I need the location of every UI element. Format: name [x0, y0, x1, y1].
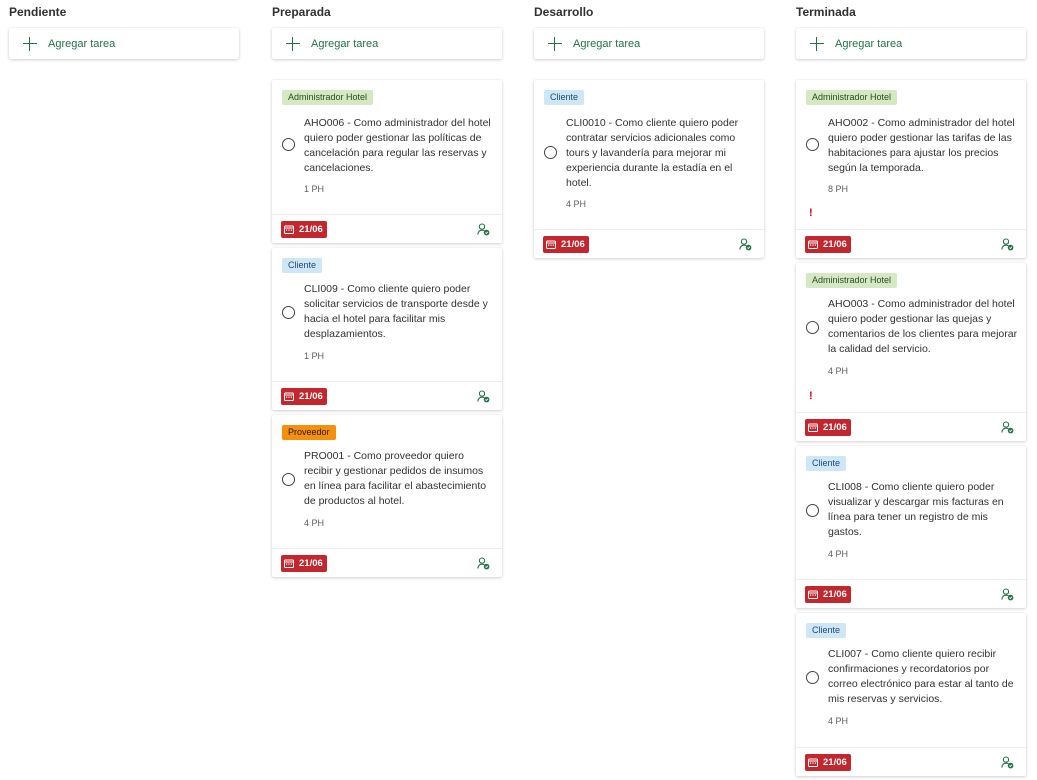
task-card[interactable]: Cliente CLI008 - Como cliente quiero pod…	[796, 446, 1026, 608]
task-points: 1 PH	[304, 351, 325, 361]
task-card[interactable]: Proveedor PRO001 - Como proveedor quiero…	[272, 415, 502, 577]
due-date-text: 21/06	[823, 589, 847, 600]
task-card[interactable]: Cliente CLI007 - Como cliente quiero rec…	[796, 613, 1026, 776]
card-footer: 21/06	[272, 381, 502, 412]
board: Pendiente Agregar tarea Preparada Agrega…	[0, 0, 1037, 780]
task-points: 1 PH	[304, 184, 325, 194]
due-date-badge[interactable]: 21/06	[543, 236, 589, 253]
column-title: Desarrollo	[534, 5, 594, 19]
add-task-label: Agregar tarea	[573, 37, 641, 50]
calendar-icon	[808, 423, 818, 432]
task-title[interactable]: CLI009 - Como cliente quiero poder solic…	[304, 282, 494, 342]
task-points: 4 PH	[828, 716, 849, 726]
assign-person-icon[interactable]	[739, 238, 752, 251]
due-date-text: 21/06	[561, 239, 585, 250]
task-points: 8 PH	[828, 184, 849, 194]
due-date-text: 21/06	[299, 391, 323, 402]
task-points: 4 PH	[304, 518, 325, 528]
complete-circle-icon[interactable]	[806, 671, 819, 684]
add-task-label: Agregar tarea	[48, 37, 116, 50]
task-title[interactable]: CLI0010 - Como cliente quiero poder cont…	[566, 116, 756, 191]
plus-icon	[810, 36, 824, 51]
add-task-label: Agregar tarea	[311, 37, 379, 50]
card-footer: 21/06	[796, 579, 1026, 610]
task-points: 4 PH	[566, 199, 587, 209]
due-date-badge[interactable]: 21/06	[805, 754, 851, 771]
task-title[interactable]: AHO003 - Como administrador del hotel qu…	[828, 297, 1018, 357]
complete-circle-icon[interactable]	[282, 473, 295, 486]
priority-important-icon: !	[809, 390, 813, 402]
label-tag[interactable]: Cliente	[282, 258, 323, 273]
task-card[interactable]: Administrador Hotel AHO006 - Como admini…	[272, 80, 502, 243]
due-date-badge[interactable]: 21/06	[805, 586, 851, 603]
card-footer: 21/06	[534, 229, 764, 260]
assign-person-icon[interactable]	[477, 390, 490, 403]
plus-icon	[286, 36, 300, 51]
complete-circle-icon[interactable]	[544, 146, 557, 159]
task-title[interactable]: AHO006 - Como administrador del hotel qu…	[304, 116, 494, 176]
task-title[interactable]: CLI007 - Como cliente quiero recibir con…	[828, 647, 1018, 707]
task-card[interactable]: Cliente CLI009 - Como cliente quiero pod…	[272, 248, 502, 410]
calendar-icon	[808, 758, 818, 767]
add-task-button[interactable]: Agregar tarea	[272, 28, 502, 59]
complete-circle-icon[interactable]	[282, 138, 295, 151]
due-date-text: 21/06	[299, 558, 323, 569]
due-date-badge[interactable]: 21/06	[281, 555, 327, 572]
add-task-label: Agregar tarea	[835, 37, 903, 50]
task-card[interactable]: Cliente CLI0010 - Como cliente quiero po…	[534, 80, 764, 258]
due-date-text: 21/06	[823, 757, 847, 768]
task-points: 4 PH	[828, 549, 849, 559]
assign-person-icon[interactable]	[1001, 421, 1014, 434]
due-date-text: 21/06	[823, 239, 847, 250]
label-tag[interactable]: Cliente	[806, 456, 847, 471]
label-tag[interactable]: Proveedor	[282, 425, 336, 440]
complete-circle-icon[interactable]	[806, 138, 819, 151]
due-date-text: 21/06	[823, 422, 847, 433]
complete-circle-icon[interactable]	[806, 321, 819, 334]
card-footer: 21/06	[796, 412, 1026, 443]
label-tag[interactable]: Administrador Hotel	[806, 90, 898, 105]
task-title[interactable]: CLI008 - Como cliente quiero poder visua…	[828, 480, 1018, 540]
card-footer: 21/06	[272, 548, 502, 579]
calendar-icon	[284, 559, 294, 568]
task-title[interactable]: AHO002 - Como administrador del hotel qu…	[828, 116, 1018, 176]
label-tag[interactable]: Administrador Hotel	[806, 273, 898, 288]
task-card[interactable]: Administrador Hotel AHO003 - Como admini…	[796, 263, 1026, 441]
add-task-button[interactable]: Agregar tarea	[9, 28, 239, 59]
label-tag[interactable]: Cliente	[806, 623, 847, 638]
plus-icon	[23, 36, 37, 51]
due-date-badge[interactable]: 21/06	[805, 236, 851, 253]
calendar-icon	[808, 590, 818, 599]
assign-person-icon[interactable]	[1001, 756, 1014, 769]
task-points: 4 PH	[828, 366, 849, 376]
calendar-icon	[546, 240, 556, 249]
plus-icon	[548, 36, 562, 51]
add-task-button[interactable]: Agregar tarea	[534, 28, 764, 59]
column-title: Pendiente	[9, 5, 67, 19]
card-footer: 21/06	[796, 229, 1026, 260]
assign-person-icon[interactable]	[1001, 238, 1014, 251]
due-date-text: 21/06	[299, 224, 323, 235]
assign-person-icon[interactable]	[477, 223, 490, 236]
calendar-icon	[284, 392, 294, 401]
complete-circle-icon[interactable]	[282, 306, 295, 319]
label-tag[interactable]: Cliente	[544, 90, 585, 105]
assign-person-icon[interactable]	[477, 557, 490, 570]
add-task-button[interactable]: Agregar tarea	[796, 28, 1026, 59]
priority-important-icon: !	[809, 207, 813, 219]
label-tag[interactable]: Administrador Hotel	[282, 90, 374, 105]
card-footer: 21/06	[796, 747, 1026, 778]
due-date-badge[interactable]: 21/06	[281, 388, 327, 405]
calendar-icon	[808, 240, 818, 249]
column-title: Preparada	[272, 5, 331, 19]
card-footer: 21/06	[272, 214, 502, 245]
assign-person-icon[interactable]	[1001, 588, 1014, 601]
task-title[interactable]: PRO001 - Como proveedor quiero recibir y…	[304, 449, 494, 509]
due-date-badge[interactable]: 21/06	[281, 221, 327, 238]
column-title: Terminada	[796, 5, 856, 19]
complete-circle-icon[interactable]	[806, 504, 819, 517]
due-date-badge[interactable]: 21/06	[805, 419, 851, 436]
task-card[interactable]: Administrador Hotel AHO002 - Como admini…	[796, 80, 1026, 258]
calendar-icon	[284, 225, 294, 234]
